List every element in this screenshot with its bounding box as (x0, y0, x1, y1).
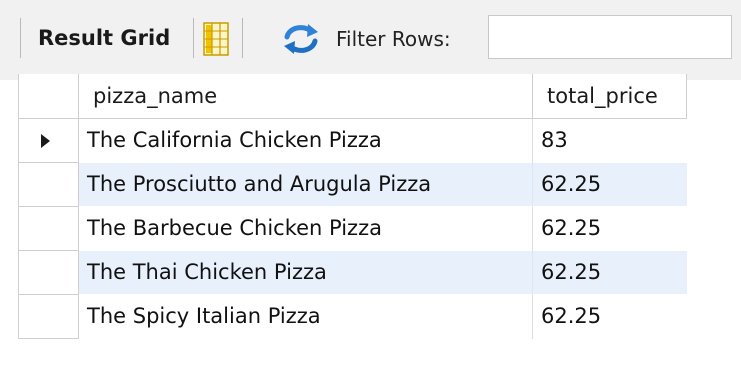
cell-total-price[interactable]: 62.25 (532, 250, 687, 294)
cell-total-price[interactable]: 83 (533, 118, 687, 162)
toolbar-separator (242, 18, 243, 58)
result-toolbar: Result Grid Filter Rows: (0, 0, 741, 80)
row-selector[interactable] (18, 206, 79, 251)
table-row[interactable]: The Prosciutto and Arugula Pizza 62.25 (18, 162, 687, 207)
row-selector[interactable] (18, 118, 79, 163)
column-header-pizza-name[interactable]: pizza_name (78, 74, 533, 119)
table-row[interactable]: The California Chicken Pizza 83 (18, 118, 687, 163)
cell-pizza-name[interactable]: The Spicy Italian Pizza (78, 294, 533, 338)
column-header-total-price[interactable]: total_price (532, 74, 687, 119)
result-grid-tab[interactable]: Result Grid (38, 26, 170, 50)
cell-total-price[interactable]: 62.25 (532, 162, 687, 206)
row-selector[interactable] (18, 162, 79, 207)
table-row[interactable]: The Spicy Italian Pizza 62.25 (18, 294, 687, 339)
result-grid: pizza_name total_price The California Ch… (18, 74, 687, 339)
header-row: pizza_name total_price (18, 74, 687, 119)
filter-rows-input[interactable] (488, 15, 732, 59)
cell-pizza-name[interactable]: The California Chicken Pizza (78, 118, 533, 162)
table-row[interactable]: The Thai Chicken Pizza 62.25 (18, 250, 687, 295)
filter-rows-label: Filter Rows: (336, 27, 451, 51)
table-row[interactable]: The Barbecue Chicken Pizza 62.25 (18, 206, 687, 251)
cell-pizza-name[interactable]: The Prosciutto and Arugula Pizza (78, 162, 533, 206)
toolbar-separator (193, 18, 194, 58)
cell-total-price[interactable]: 62.25 (533, 294, 687, 338)
refresh-icon[interactable] (281, 22, 321, 60)
cell-pizza-name[interactable]: The Thai Chicken Pizza (78, 250, 533, 294)
row-selector[interactable] (18, 294, 79, 339)
row-selector[interactable] (18, 250, 79, 295)
cell-total-price[interactable]: 62.25 (533, 206, 687, 250)
grid-layout-icon[interactable] (203, 22, 229, 60)
row-header-corner (18, 74, 79, 119)
cell-pizza-name[interactable]: The Barbecue Chicken Pizza (78, 206, 533, 250)
toolbar-separator (20, 18, 21, 58)
current-row-icon (41, 133, 50, 148)
